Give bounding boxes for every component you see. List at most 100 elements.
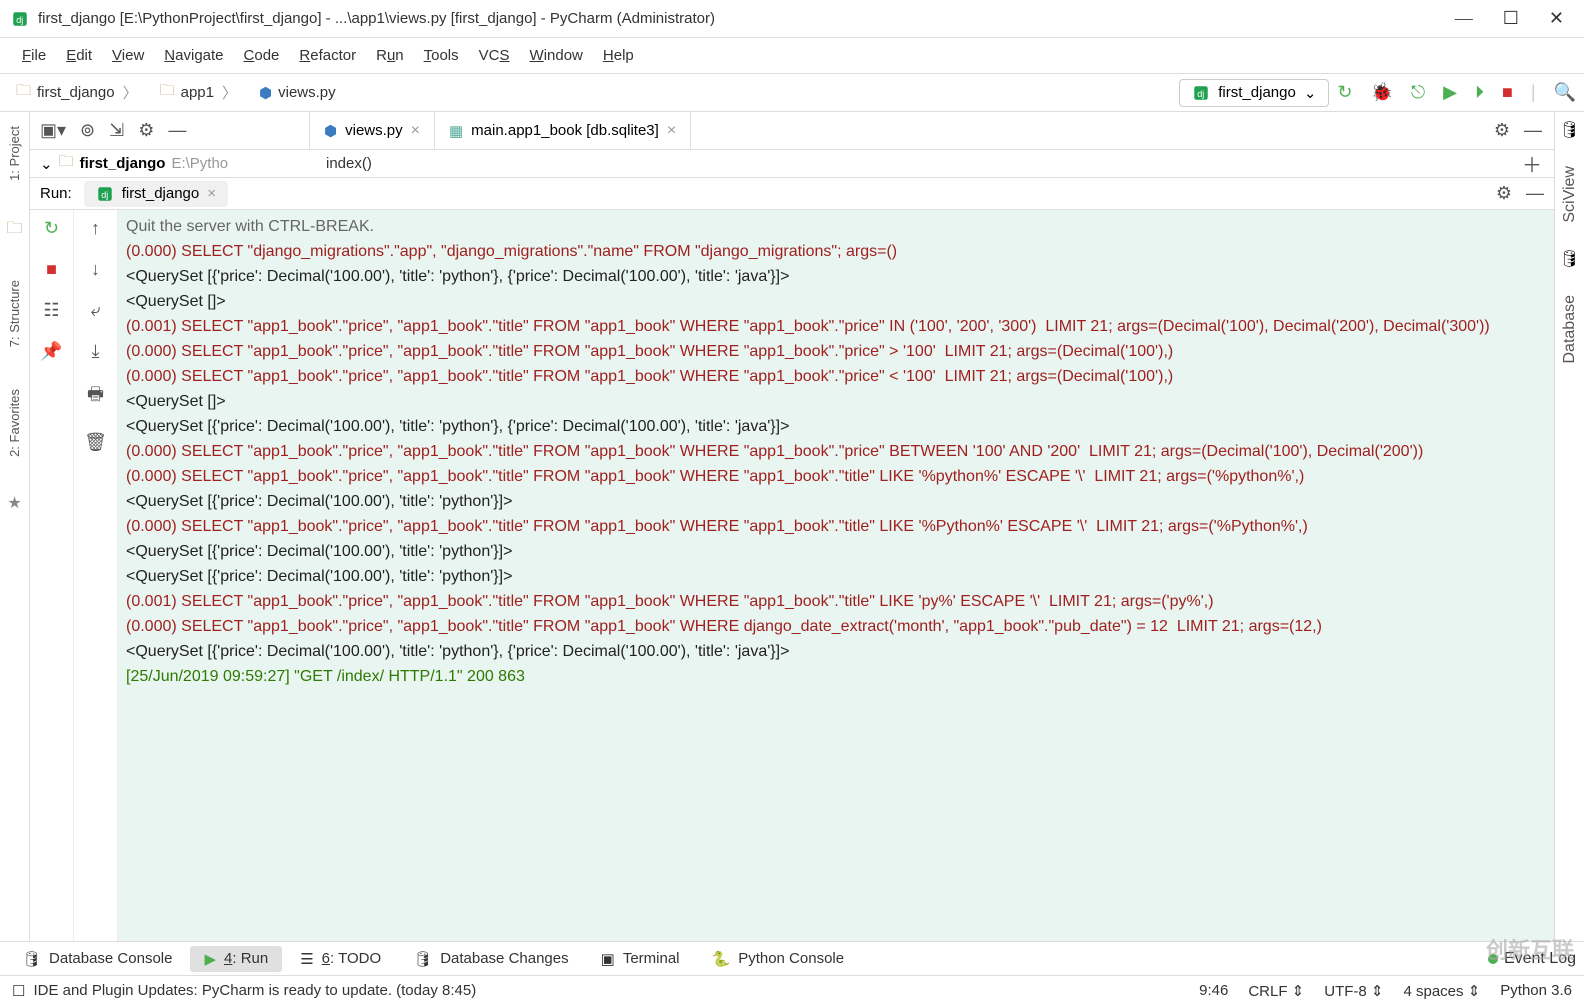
cursor-position[interactable]: 9:46 (1199, 982, 1228, 999)
search-icon[interactable]: 🔍 (1554, 82, 1576, 103)
rail-project[interactable]: 1: Project (7, 120, 22, 187)
tab-db-table[interactable]: ▦ main.app1_book [db.sqlite3] × (435, 112, 691, 149)
btab-py-console[interactable]: 🐍Python Console (698, 946, 859, 972)
line-sep[interactable]: CRLF ⇕ (1248, 982, 1304, 1000)
stop-icon[interactable]: ■ (1502, 82, 1513, 103)
folder-icon: 🗀 (6, 217, 22, 244)
project-row: ⌄ 🗀 first_django E:\Pytho index() ＋ (30, 150, 1554, 178)
console-line: <QuerySet [{'price': Decimal('100.00'), … (126, 539, 1546, 564)
menu-code[interactable]: Code (236, 43, 288, 68)
minimize-panel-icon[interactable]: — (1524, 120, 1542, 141)
project-view-icon[interactable]: ▣▾ (40, 120, 66, 141)
minimize-panel-icon[interactable]: — (168, 120, 186, 141)
minimize-panel-icon[interactable]: — (1526, 183, 1544, 204)
crumb-file[interactable]: ⬢views.py (251, 82, 344, 104)
up-icon[interactable]: ↑ (91, 218, 100, 239)
menu-run[interactable]: Run (368, 43, 412, 68)
minimize-button[interactable]: — (1455, 8, 1473, 29)
menu-vcs[interactable]: VCS (471, 43, 518, 68)
menu-navigate[interactable]: Navigate (156, 43, 231, 68)
btab-db-console[interactable]: 🛢Database Console (8, 946, 186, 972)
menu-help[interactable]: Help (595, 43, 642, 68)
btab-db-changes[interactable]: 🛢 Database Changes (399, 946, 582, 972)
target-icon[interactable]: ⊚ (80, 120, 95, 141)
event-log[interactable]: Event Log (1488, 950, 1576, 968)
project-name: first_django (80, 155, 166, 172)
btab-label: Database Changes (440, 950, 568, 967)
crumb-label: first_django (37, 84, 115, 101)
rail-favorites[interactable]: 2: Favorites (7, 383, 22, 463)
profile-icon[interactable]: ⏵ (1475, 82, 1484, 103)
python-file-icon: ⬢ (259, 84, 272, 102)
run-config-selector[interactable]: dj first_django ⌄ (1179, 79, 1329, 107)
menu-tools[interactable]: Tools (416, 43, 467, 68)
add-icon[interactable]: ＋ (1510, 149, 1554, 178)
indent[interactable]: 4 spaces ⇕ (1403, 982, 1480, 1000)
status-message: IDE and Plugin Updates: PyCharm is ready… (33, 982, 476, 999)
run-icon[interactable]: ▶ (1443, 82, 1457, 103)
console-line: (0.000) SELECT "app1_book"."price", "app… (126, 514, 1546, 539)
crumb-root[interactable]: 🗀first_django〉 (8, 78, 148, 107)
close-tab-icon[interactable]: × (411, 122, 420, 140)
interpreter[interactable]: Python 3.6 (1500, 982, 1572, 999)
gear-icon[interactable]: ⚙ (1494, 120, 1510, 141)
gear-icon[interactable]: ⚙ (138, 120, 154, 141)
database-icon[interactable]: 🛢 (1559, 249, 1579, 269)
db-icon: 🛢 (413, 950, 432, 968)
rail-structure[interactable]: 7: Structure (7, 274, 22, 353)
terminal-icon: ▣ (601, 950, 615, 968)
collapse-icon[interactable]: ⇲ (109, 120, 124, 141)
console-line: <QuerySet []> (126, 289, 1546, 314)
rerun-icon[interactable]: ↻ (1337, 82, 1352, 103)
btab-terminal[interactable]: ▣Terminal (587, 946, 694, 972)
box-icon: ☐ (12, 982, 25, 1000)
menu-edit[interactable]: Edit (58, 43, 100, 68)
run-tab[interactable]: dj first_django × (84, 181, 228, 207)
down-icon[interactable]: ↓ (91, 259, 100, 280)
close-tab-icon[interactable]: × (667, 122, 676, 140)
run-tab-label: first_django (122, 185, 200, 202)
crumb-app[interactable]: 🗀app1〉 (152, 78, 247, 107)
coverage-icon[interactable]: ⎋ (1411, 82, 1425, 103)
console-output[interactable]: Quit the server with CTRL-BREAK.(0.000) … (118, 210, 1554, 941)
encoding[interactable]: UTF-8 ⇕ (1324, 982, 1383, 1000)
menu-window[interactable]: Window (522, 43, 591, 68)
tab-views-py[interactable]: ⬢ views.py × (310, 112, 435, 149)
rail-sciview[interactable]: SciView (1561, 160, 1579, 229)
menu-refactor[interactable]: Refactor (291, 43, 364, 68)
navigation-breadcrumb[interactable]: index() (310, 155, 388, 172)
rail-database[interactable]: Database (1561, 289, 1579, 370)
python-file-icon: ⬢ (324, 122, 337, 140)
table-icon: ▦ (449, 122, 463, 140)
database-icon[interactable]: 🛢 (1559, 120, 1579, 140)
chevron-down-icon[interactable]: ⌄ (40, 155, 53, 173)
console-line: Quit the server with CTRL-BREAK. (126, 214, 1546, 239)
editor-right-icons: ⚙ — (1482, 112, 1554, 149)
menu-file[interactable]: File (14, 43, 54, 68)
run-header-tools: ⚙ — (1496, 183, 1544, 204)
menu-view[interactable]: View (104, 43, 152, 68)
close-button[interactable]: ✕ (1549, 8, 1564, 29)
print-icon[interactable]: 🖶 (87, 382, 104, 412)
debug-icon[interactable]: 🐞 (1371, 82, 1393, 103)
svg-text:dj: dj (1198, 88, 1205, 98)
wrap-icon[interactable]: ⤶ (90, 300, 100, 321)
python-icon: 🐍 (712, 950, 731, 968)
play-icon: ▶ (204, 950, 216, 968)
close-run-tab-icon[interactable]: × (207, 185, 216, 202)
status-message-area[interactable]: ☐ IDE and Plugin Updates: PyCharm is rea… (12, 982, 476, 1000)
tab-label: main.app1_book [db.sqlite3] (471, 122, 659, 139)
stop-icon[interactable]: ■ (46, 259, 57, 280)
trash-icon[interactable]: 🗑 (84, 432, 107, 453)
project-tree[interactable]: ⌄ 🗀 first_django E:\Pytho (30, 151, 310, 176)
star-icon: ★ (7, 493, 21, 513)
gear-icon[interactable]: ⚙ (1496, 183, 1512, 204)
maximize-button[interactable]: ☐ (1503, 8, 1519, 29)
console-line: (0.000) SELECT "django_migrations"."app"… (126, 239, 1546, 264)
btab-todo[interactable]: ☰6: TODO (286, 946, 395, 972)
scroll-end-icon[interactable]: ⤓ (92, 341, 100, 362)
rerun-icon[interactable]: ↻ (44, 218, 59, 239)
layout-icon[interactable]: ☷ (43, 300, 59, 321)
pin-icon[interactable]: 📌 (40, 341, 62, 362)
btab-run[interactable]: ▶4: Run (190, 946, 282, 972)
